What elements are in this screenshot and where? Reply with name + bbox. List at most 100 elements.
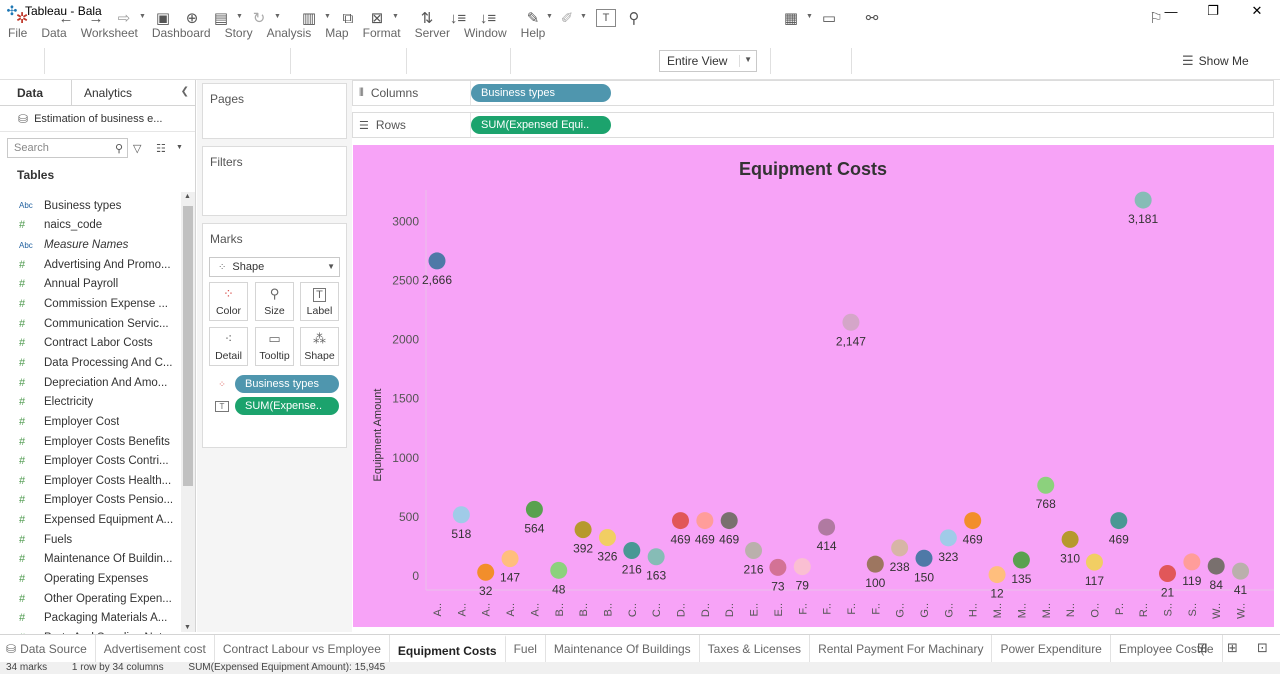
data-point[interactable] bbox=[745, 541, 763, 559]
label-pill[interactable]: SUM(Expense.. bbox=[235, 397, 339, 415]
data-point[interactable] bbox=[1183, 553, 1201, 571]
share-icon[interactable]: ⚯ bbox=[862, 8, 882, 28]
show-cards-icon[interactable]: ▦ bbox=[780, 8, 802, 28]
data-point[interactable] bbox=[1159, 565, 1176, 583]
save-icon[interactable]: ▣ bbox=[153, 8, 173, 28]
visualization-area[interactable]: Equipment Costs Equipment Amount 0 500 100… bbox=[353, 145, 1274, 627]
format-painter-icon[interactable]: ⚐ bbox=[1146, 8, 1166, 28]
mark-type-dropdown[interactable]: ⁘ Shape ▼ bbox=[209, 257, 340, 277]
scroll-up-icon[interactable]: ▲ bbox=[184, 193, 191, 200]
data-point[interactable] bbox=[525, 500, 543, 518]
data-point[interactable] bbox=[988, 566, 1006, 584]
menu-window[interactable]: Window bbox=[464, 26, 507, 40]
tableau-home-icon[interactable]: ✲ bbox=[12, 8, 32, 28]
data-point[interactable] bbox=[818, 518, 836, 536]
shape-button[interactable]: ⁂ Shape bbox=[300, 327, 339, 366]
data-point[interactable] bbox=[842, 313, 860, 331]
data-point[interactable] bbox=[696, 512, 714, 530]
menu-server[interactable]: Server bbox=[415, 26, 450, 40]
filter-icon[interactable]: ▽ bbox=[133, 142, 141, 155]
field-item[interactable]: # Maintenance Of Buildin... bbox=[0, 550, 180, 570]
field-item[interactable]: # Electricity bbox=[0, 392, 180, 412]
data-point[interactable] bbox=[1012, 551, 1030, 569]
field-item[interactable]: # Employer Costs Contri... bbox=[0, 451, 180, 471]
data-point[interactable] bbox=[550, 561, 568, 579]
new-worksheet-icon[interactable]: ⊞ bbox=[1197, 640, 1208, 656]
field-item[interactable]: # Employer Costs Benefits bbox=[0, 432, 180, 452]
sheet-tab[interactable]: Taxes & Licenses bbox=[700, 634, 811, 663]
redo-icon[interactable]: → bbox=[86, 8, 106, 28]
columns-shelf[interactable]: ⦀ Columns Business types bbox=[352, 80, 1274, 106]
field-item[interactable]: # Commission Expense ... bbox=[0, 294, 180, 314]
data-point[interactable] bbox=[1061, 530, 1079, 548]
sheet-tab[interactable]: Fuel bbox=[506, 634, 546, 663]
chevron-down-icon[interactable]: ▼ bbox=[176, 144, 183, 151]
field-item[interactable]: # Other Operating Expen... bbox=[0, 589, 180, 609]
scrollbar-thumb[interactable] bbox=[183, 206, 193, 486]
sort-descending-icon[interactable]: ↓≡ bbox=[478, 8, 498, 28]
field-item[interactable]: # Fuels bbox=[0, 530, 180, 550]
data-point[interactable] bbox=[720, 512, 738, 530]
field-item[interactable]: # Expensed Equipment A... bbox=[0, 510, 180, 530]
size-button[interactable]: ⚲ Size bbox=[255, 282, 294, 321]
rows-pill[interactable]: SUM(Expensed Equi.. bbox=[471, 116, 611, 134]
field-item[interactable]: # Employer Cost bbox=[0, 412, 180, 432]
data-point[interactable] bbox=[793, 558, 811, 576]
sheet-tab[interactable]: Power Expenditure bbox=[992, 634, 1111, 663]
data-point[interactable] bbox=[501, 550, 519, 568]
data-point[interactable] bbox=[452, 506, 470, 524]
field-item[interactable]: # Contract Labor Costs bbox=[0, 333, 180, 353]
sheet-tab[interactable]: Contract Labour vs Employee bbox=[215, 634, 390, 663]
data-point[interactable] bbox=[1085, 553, 1103, 571]
columns-pill[interactable]: Business types bbox=[471, 84, 611, 102]
data-point[interactable] bbox=[647, 548, 665, 566]
pause-updates-icon[interactable]: ▤ bbox=[211, 8, 231, 28]
field-list-scrollbar[interactable]: ▲ ▼ bbox=[181, 192, 195, 632]
refresh-icon[interactable]: ↻ bbox=[249, 8, 269, 28]
presentation-mode-icon[interactable]: ▭ bbox=[819, 8, 839, 28]
field-item[interactable]: # Communication Servic... bbox=[0, 314, 180, 334]
field-item[interactable]: # naics_code bbox=[0, 216, 180, 236]
data-point[interactable] bbox=[623, 541, 641, 559]
label-button[interactable]: T Label bbox=[300, 282, 339, 321]
scroll-down-icon[interactable]: ▼ bbox=[184, 624, 191, 631]
data-point[interactable] bbox=[477, 563, 495, 581]
sheet-tab[interactable]: Maintenance Of Buildings bbox=[546, 634, 700, 663]
data-point[interactable] bbox=[574, 521, 592, 539]
new-worksheet-icon[interactable]: ▥ bbox=[299, 8, 319, 28]
new-datasource-icon[interactable]: ⊕ bbox=[182, 8, 202, 28]
data-point[interactable] bbox=[915, 549, 933, 567]
fix-axes-icon[interactable]: ⚲ bbox=[624, 8, 644, 28]
tooltip-button[interactable]: ▭ Tooltip bbox=[255, 327, 294, 366]
field-item[interactable]: # Employer Costs Pensio... bbox=[0, 491, 180, 511]
highlight-icon[interactable]: ✎ bbox=[523, 8, 543, 28]
collapse-pane-icon[interactable]: ❮ bbox=[181, 86, 189, 97]
restore-button[interactable]: ❐ bbox=[1190, 0, 1236, 22]
data-point[interactable] bbox=[1037, 476, 1055, 494]
new-dashboard-icon[interactable]: ⊞ bbox=[1227, 640, 1238, 656]
sort-ascending-icon[interactable]: ↓≡ bbox=[448, 8, 468, 28]
group-icon[interactable]: ✐ bbox=[557, 8, 577, 28]
new-story-icon[interactable]: ⊡ bbox=[1257, 640, 1268, 656]
field-item[interactable]: # Data Processing And C... bbox=[0, 353, 180, 373]
field-item[interactable]: # Employer Costs Health... bbox=[0, 471, 180, 491]
sheet-tab[interactable]: Rental Payment For Machinary bbox=[810, 634, 993, 663]
datasource-item[interactable]: ⛁ Estimation of business e... bbox=[0, 106, 195, 132]
data-point[interactable] bbox=[1110, 512, 1128, 530]
view-list-icon[interactable]: ☷ bbox=[156, 142, 166, 155]
filters-card[interactable]: Filters bbox=[202, 146, 347, 216]
menu-map[interactable]: Map bbox=[325, 26, 348, 40]
field-search-input[interactable]: Search ⚲ bbox=[7, 138, 128, 158]
menu-file[interactable]: File bbox=[8, 26, 27, 40]
undo-icon[interactable]: ← bbox=[56, 8, 76, 28]
data-point[interactable] bbox=[769, 558, 787, 576]
field-item[interactable]: # Operating Expenses bbox=[0, 569, 180, 589]
field-item[interactable]: # Advertising And Promo... bbox=[0, 255, 180, 275]
data-point[interactable] bbox=[1207, 557, 1225, 575]
color-button[interactable]: ⁘ Color bbox=[209, 282, 248, 321]
field-item[interactable]: Abc Business types bbox=[0, 196, 180, 216]
menu-worksheet[interactable]: Worksheet bbox=[81, 26, 138, 40]
data-point[interactable] bbox=[1134, 191, 1152, 209]
data-point[interactable] bbox=[964, 512, 982, 530]
menu-analysis[interactable]: Analysis bbox=[267, 26, 312, 40]
